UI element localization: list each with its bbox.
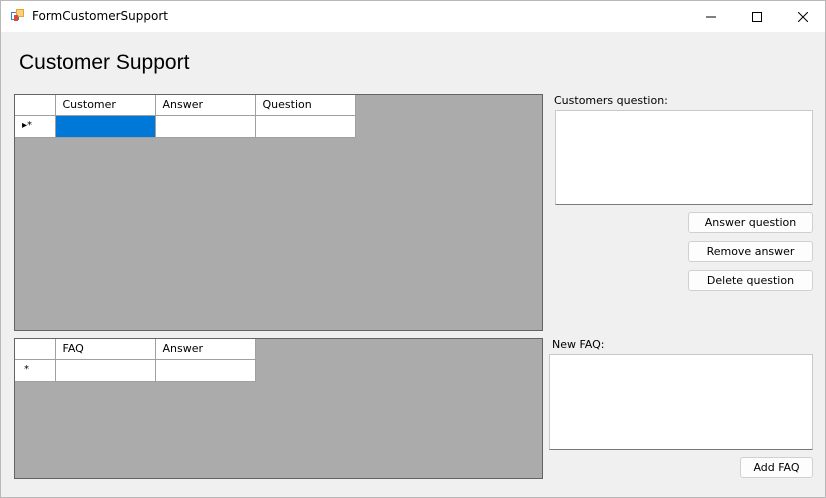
faq-grid[interactable]: FAQ Answer * <box>14 338 543 479</box>
cell-faq[interactable] <box>54 358 156 382</box>
row-header[interactable]: * <box>15 358 56 382</box>
cell-faq-answer[interactable] <box>154 358 256 382</box>
window-title: FormCustomerSupport <box>32 9 168 23</box>
questions-header-row: Customer Answer Question <box>15 95 356 116</box>
faq-header-row: FAQ Answer <box>15 339 256 360</box>
add-faq-button[interactable]: Add FAQ <box>740 457 813 478</box>
table-row: ▸* <box>15 114 356 138</box>
column-header-answer[interactable]: Answer <box>154 95 256 116</box>
faq-grid-corner[interactable] <box>15 339 56 360</box>
cell-customer[interactable] <box>54 114 156 138</box>
questions-grid-corner[interactable] <box>15 95 56 116</box>
column-header-faq-answer[interactable]: Answer <box>154 339 256 360</box>
column-header-question[interactable]: Question <box>254 95 356 116</box>
page-title: Customer Support <box>19 51 190 74</box>
questions-table: Customer Answer Question ▸* <box>15 95 356 138</box>
maximize-button[interactable] <box>734 1 780 32</box>
cell-question[interactable] <box>254 114 356 138</box>
questions-grid[interactable]: Customer Answer Question ▸* <box>14 94 543 331</box>
close-icon <box>798 11 808 22</box>
new-row-indicator-icon: ▸* <box>22 119 33 131</box>
minimize-icon <box>706 16 716 17</box>
faq-table: FAQ Answer * <box>15 339 256 382</box>
column-header-faq[interactable]: FAQ <box>54 339 156 360</box>
cell-answer[interactable] <box>154 114 256 138</box>
answer-question-button[interactable]: Answer question <box>688 212 813 233</box>
minimize-button[interactable] <box>688 1 734 32</box>
table-row: * <box>15 358 256 382</box>
close-button[interactable] <box>780 1 825 32</box>
title-bar[interactable]: FormCustomerSupport <box>1 1 825 32</box>
new-faq-textbox[interactable] <box>549 354 813 450</box>
customer-support-window: FormCustomerSupport Customer Support Cus… <box>0 0 826 498</box>
customers-question-textbox[interactable] <box>555 110 813 205</box>
delete-question-button[interactable]: Delete question <box>688 270 813 291</box>
column-header-customer[interactable]: Customer <box>54 95 156 116</box>
new-row-indicator-icon: * <box>24 363 29 375</box>
customers-question-label: Customers question: <box>554 94 668 107</box>
new-faq-label: New FAQ: <box>552 338 605 351</box>
app-form-icon <box>11 9 24 21</box>
row-header[interactable]: ▸* <box>15 114 56 138</box>
remove-answer-button[interactable]: Remove answer <box>688 241 813 262</box>
maximize-icon <box>752 11 762 22</box>
